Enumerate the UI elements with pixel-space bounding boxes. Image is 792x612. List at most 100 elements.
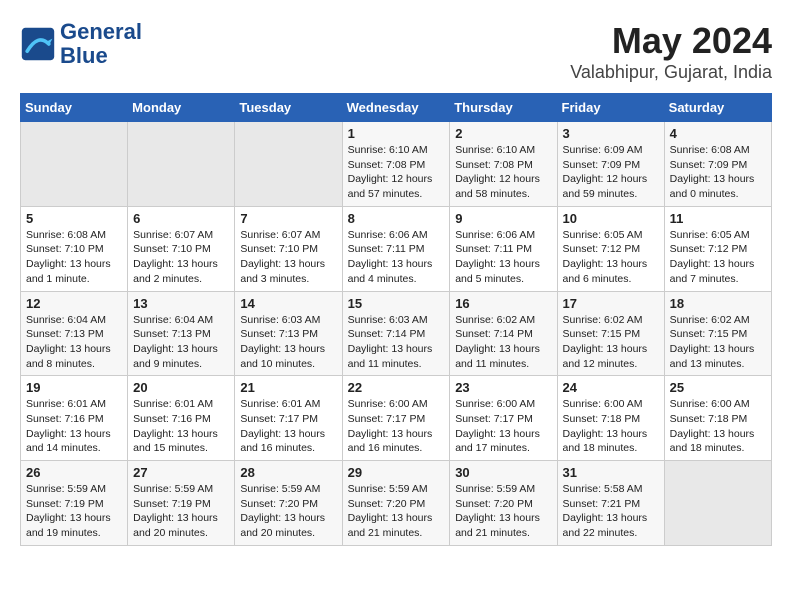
- day-info: Sunrise: 5:59 AM Sunset: 7:19 PM Dayligh…: [26, 482, 122, 541]
- day-number: 23: [455, 380, 551, 395]
- day-number: 11: [670, 211, 766, 226]
- day-number: 15: [348, 296, 445, 311]
- calendar-cell: 28 Sunrise: 5:59 AM Sunset: 7:20 PM Dayli…: [235, 461, 342, 546]
- day-number: 17: [563, 296, 659, 311]
- day-info: Sunrise: 6:00 AM Sunset: 7:17 PM Dayligh…: [348, 397, 445, 456]
- calendar-cell: 24 Sunrise: 6:00 AM Sunset: 7:18 PM Dayli…: [557, 376, 664, 461]
- logo: General Blue: [20, 20, 142, 68]
- day-info: Sunrise: 6:01 AM Sunset: 7:17 PM Dayligh…: [240, 397, 336, 456]
- calendar-week-row: 26 Sunrise: 5:59 AM Sunset: 7:19 PM Dayli…: [21, 461, 772, 546]
- day-number: 30: [455, 465, 551, 480]
- day-info: Sunrise: 6:05 AM Sunset: 7:12 PM Dayligh…: [670, 228, 766, 287]
- weekday-header: Saturday: [664, 94, 771, 122]
- day-number: 24: [563, 380, 659, 395]
- calendar-week-row: 1 Sunrise: 6:10 AM Sunset: 7:08 PM Daylig…: [21, 122, 772, 207]
- calendar-cell: 15 Sunrise: 6:03 AM Sunset: 7:14 PM Dayli…: [342, 291, 450, 376]
- day-number: 22: [348, 380, 445, 395]
- day-number: 8: [348, 211, 445, 226]
- calendar-cell: 8 Sunrise: 6:06 AM Sunset: 7:11 PM Daylig…: [342, 206, 450, 291]
- weekday-header: Thursday: [450, 94, 557, 122]
- day-number: 10: [563, 211, 659, 226]
- weekday-header: Wednesday: [342, 94, 450, 122]
- calendar-week-row: 12 Sunrise: 6:04 AM Sunset: 7:13 PM Dayli…: [21, 291, 772, 376]
- calendar-cell: 10 Sunrise: 6:05 AM Sunset: 7:12 PM Dayli…: [557, 206, 664, 291]
- calendar-cell: 4Sunrise: 6:08 AM Sunset: 7:09 PM Daylig…: [664, 122, 771, 207]
- weekday-header: Friday: [557, 94, 664, 122]
- day-info: Sunrise: 6:02 AM Sunset: 7:15 PM Dayligh…: [563, 313, 659, 372]
- calendar-cell: 5Sunrise: 6:08 AM Sunset: 7:10 PM Daylig…: [21, 206, 128, 291]
- logo-icon: [20, 26, 56, 62]
- calendar-cell: [21, 122, 128, 207]
- calendar-cell: 14 Sunrise: 6:03 AM Sunset: 7:13 PM Dayli…: [235, 291, 342, 376]
- day-number: 18: [670, 296, 766, 311]
- day-number: 25: [670, 380, 766, 395]
- day-info: Sunrise: 5:59 AM Sunset: 7:20 PM Dayligh…: [455, 482, 551, 541]
- calendar-cell: [128, 122, 235, 207]
- day-info: Sunrise: 5:59 AM Sunset: 7:19 PM Dayligh…: [133, 482, 229, 541]
- day-number: 3: [563, 126, 659, 141]
- calendar-cell: 2 Sunrise: 6:10 AM Sunset: 7:08 PM Daylig…: [450, 122, 557, 207]
- calendar-cell: 23 Sunrise: 6:00 AM Sunset: 7:17 PM Dayli…: [450, 376, 557, 461]
- day-info: Sunrise: 6:04 AM Sunset: 7:13 PM Dayligh…: [133, 313, 229, 372]
- calendar-cell: 22 Sunrise: 6:00 AM Sunset: 7:17 PM Dayli…: [342, 376, 450, 461]
- calendar-cell: 21 Sunrise: 6:01 AM Sunset: 7:17 PM Dayli…: [235, 376, 342, 461]
- day-info: Sunrise: 6:08 AM Sunset: 7:09 PM Dayligh…: [670, 143, 766, 202]
- logo-line1: General: [60, 20, 142, 44]
- day-info: Sunrise: 6:10 AM Sunset: 7:08 PM Dayligh…: [455, 143, 551, 202]
- calendar-cell: 25Sunrise: 6:00 AM Sunset: 7:18 PM Dayli…: [664, 376, 771, 461]
- calendar-cell: 26 Sunrise: 5:59 AM Sunset: 7:19 PM Dayli…: [21, 461, 128, 546]
- calendar-cell: 18 Sunrise: 6:02 AM Sunset: 7:15 PM Dayli…: [664, 291, 771, 376]
- day-number: 31: [563, 465, 659, 480]
- day-info: Sunrise: 6:04 AM Sunset: 7:13 PM Dayligh…: [26, 313, 122, 372]
- calendar-cell: 27 Sunrise: 5:59 AM Sunset: 7:19 PM Dayli…: [128, 461, 235, 546]
- calendar-cell: 11 Sunrise: 6:05 AM Sunset: 7:12 PM Dayli…: [664, 206, 771, 291]
- day-number: 19: [26, 380, 122, 395]
- day-info: Sunrise: 6:03 AM Sunset: 7:13 PM Dayligh…: [240, 313, 336, 372]
- day-info: Sunrise: 6:00 AM Sunset: 7:17 PM Dayligh…: [455, 397, 551, 456]
- weekday-header: Sunday: [21, 94, 128, 122]
- calendar-cell: 1Sunrise: 6:10 AM Sunset: 7:08 PM Daylig…: [342, 122, 450, 207]
- calendar-cell: 29 Sunrise: 5:59 AM Sunset: 7:20 PM Dayli…: [342, 461, 450, 546]
- calendar-table: SundayMondayTuesdayWednesdayThursdayFrid…: [20, 93, 772, 546]
- day-info: Sunrise: 6:00 AM Sunset: 7:18 PM Dayligh…: [563, 397, 659, 456]
- calendar-cell: 7Sunrise: 6:07 AM Sunset: 7:10 PM Daylig…: [235, 206, 342, 291]
- day-number: 2: [455, 126, 551, 141]
- day-number: 29: [348, 465, 445, 480]
- day-info: Sunrise: 5:59 AM Sunset: 7:20 PM Dayligh…: [240, 482, 336, 541]
- day-number: 1: [348, 126, 445, 141]
- day-info: Sunrise: 6:08 AM Sunset: 7:10 PM Dayligh…: [26, 228, 122, 287]
- day-info: Sunrise: 6:07 AM Sunset: 7:10 PM Dayligh…: [133, 228, 229, 287]
- day-info: Sunrise: 6:05 AM Sunset: 7:12 PM Dayligh…: [563, 228, 659, 287]
- calendar-cell: 6Sunrise: 6:07 AM Sunset: 7:10 PM Daylig…: [128, 206, 235, 291]
- day-info: Sunrise: 6:02 AM Sunset: 7:15 PM Dayligh…: [670, 313, 766, 372]
- calendar-cell: 9 Sunrise: 6:06 AM Sunset: 7:11 PM Daylig…: [450, 206, 557, 291]
- calendar-cell: 3 Sunrise: 6:09 AM Sunset: 7:09 PM Daylig…: [557, 122, 664, 207]
- calendar-cell: 17 Sunrise: 6:02 AM Sunset: 7:15 PM Dayli…: [557, 291, 664, 376]
- day-info: Sunrise: 5:59 AM Sunset: 7:20 PM Dayligh…: [348, 482, 445, 541]
- day-info: Sunrise: 6:06 AM Sunset: 7:11 PM Dayligh…: [455, 228, 551, 287]
- page-header: General Blue May 2024 Valabhipur, Gujara…: [20, 20, 772, 83]
- day-number: 21: [240, 380, 336, 395]
- day-number: 27: [133, 465, 229, 480]
- day-number: 14: [240, 296, 336, 311]
- day-info: Sunrise: 6:09 AM Sunset: 7:09 PM Dayligh…: [563, 143, 659, 202]
- day-number: 9: [455, 211, 551, 226]
- day-info: Sunrise: 6:02 AM Sunset: 7:14 PM Dayligh…: [455, 313, 551, 372]
- day-info: Sunrise: 6:01 AM Sunset: 7:16 PM Dayligh…: [133, 397, 229, 456]
- day-info: Sunrise: 6:03 AM Sunset: 7:14 PM Dayligh…: [348, 313, 445, 372]
- page-subtitle: Valabhipur, Gujarat, India: [570, 62, 772, 83]
- weekday-header: Monday: [128, 94, 235, 122]
- day-info: Sunrise: 5:58 AM Sunset: 7:21 PM Dayligh…: [563, 482, 659, 541]
- day-info: Sunrise: 6:07 AM Sunset: 7:10 PM Dayligh…: [240, 228, 336, 287]
- day-number: 12: [26, 296, 122, 311]
- title-block: May 2024 Valabhipur, Gujarat, India: [570, 20, 772, 83]
- calendar-cell: 16Sunrise: 6:02 AM Sunset: 7:14 PM Dayli…: [450, 291, 557, 376]
- logo-text: General Blue: [60, 20, 142, 68]
- logo-line2: Blue: [60, 44, 142, 68]
- day-number: 26: [26, 465, 122, 480]
- calendar-cell: [664, 461, 771, 546]
- day-number: 13: [133, 296, 229, 311]
- day-number: 28: [240, 465, 336, 480]
- day-info: Sunrise: 6:06 AM Sunset: 7:11 PM Dayligh…: [348, 228, 445, 287]
- calendar-cell: 13 Sunrise: 6:04 AM Sunset: 7:13 PM Dayli…: [128, 291, 235, 376]
